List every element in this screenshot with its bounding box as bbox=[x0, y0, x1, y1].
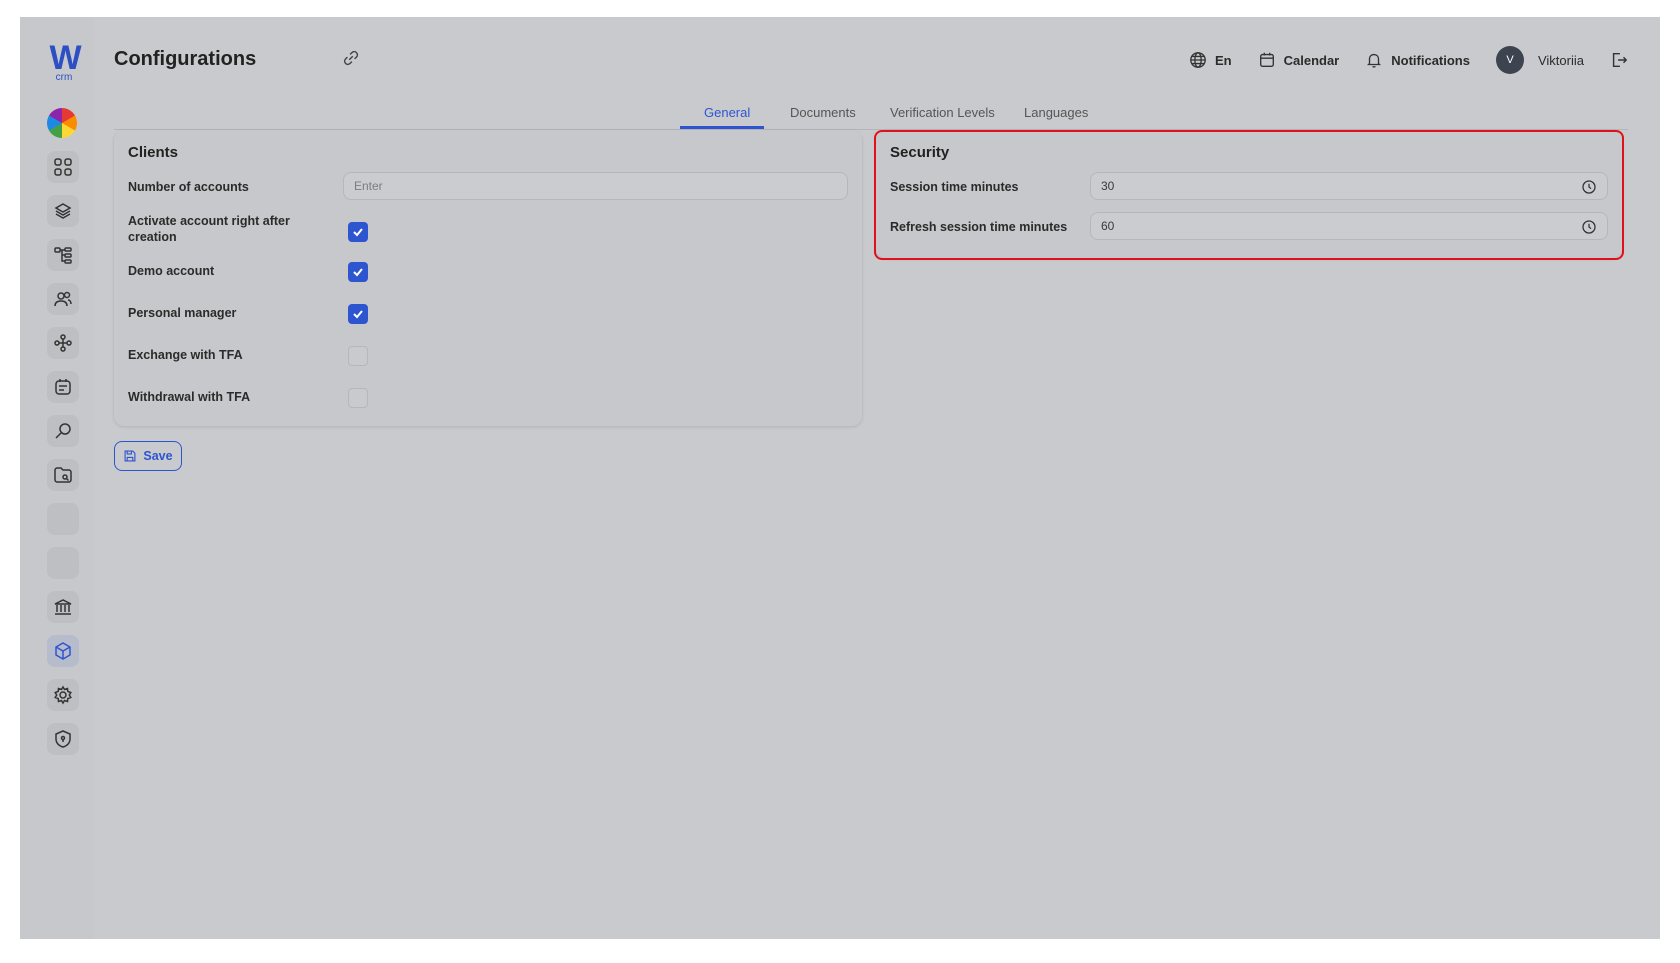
tab-languages[interactable]: Languages bbox=[1024, 105, 1088, 120]
clients-card: Clients Number of accounts Enter Activat… bbox=[114, 130, 862, 426]
sidebar-item-blank-1[interactable] bbox=[47, 503, 79, 535]
refresh-session-time-label: Refresh session time minutes bbox=[890, 220, 1068, 234]
bank-icon bbox=[54, 599, 72, 615]
security-title: Security bbox=[890, 144, 950, 161]
demo-account-checkbox[interactable] bbox=[348, 262, 368, 282]
shield-icon bbox=[55, 730, 71, 748]
refresh-session-time-value: 60 bbox=[1101, 219, 1115, 233]
activate-account-label-line2: creation bbox=[128, 230, 177, 244]
activate-account-checkbox[interactable] bbox=[348, 222, 368, 242]
logo[interactable]: W crm bbox=[46, 39, 82, 83]
calendar-button[interactable]: Calendar bbox=[1258, 51, 1340, 69]
color-wheel-icon[interactable] bbox=[47, 108, 77, 138]
logout-icon bbox=[1612, 52, 1628, 68]
session-time-value: 30 bbox=[1101, 179, 1115, 193]
save-label: Save bbox=[143, 449, 173, 463]
network-icon bbox=[54, 334, 72, 352]
calendar-label: Calendar bbox=[1283, 52, 1340, 68]
bell-icon bbox=[1367, 53, 1382, 68]
demo-account-label: Demo account bbox=[128, 264, 215, 278]
sidebar-item-network[interactable] bbox=[47, 327, 79, 359]
sidebar-item-dashboard[interactable] bbox=[47, 151, 79, 183]
save-icon bbox=[124, 450, 136, 462]
link-icon[interactable] bbox=[342, 49, 360, 67]
refresh-session-time-input[interactable]: 60 bbox=[1090, 212, 1608, 240]
exchange-tfa-checkbox[interactable] bbox=[348, 346, 368, 366]
check-icon bbox=[353, 310, 363, 319]
active-tab-indicator bbox=[680, 126, 764, 129]
personal-manager-label: Personal manager bbox=[128, 306, 237, 320]
layers-icon bbox=[54, 203, 72, 219]
tab-bar: General Documents Verification Levels La… bbox=[114, 95, 1628, 130]
withdrawal-tfa-label: Withdrawal with TFA bbox=[128, 390, 251, 404]
notifications-button[interactable]: Notifications bbox=[1365, 51, 1470, 69]
app-window: W crm Configurations En Calendar Notific… bbox=[20, 17, 1660, 939]
activate-account-label: Activate account right after creation bbox=[128, 213, 290, 245]
save-button[interactable]: Save bbox=[114, 441, 182, 471]
user-menu[interactable]: V Viktoriia bbox=[1495, 46, 1584, 74]
sidebar-item-hierarchy[interactable] bbox=[47, 239, 79, 271]
sidebar-item-security[interactable] bbox=[47, 723, 79, 755]
session-time-input[interactable]: 30 bbox=[1090, 172, 1608, 200]
logo-letter: W bbox=[49, 39, 81, 77]
security-card: Security Session time minutes 30 Refresh… bbox=[876, 130, 1622, 258]
sidebar-item-cube[interactable] bbox=[47, 635, 79, 667]
tasks-icon bbox=[55, 379, 71, 395]
hierarchy-icon bbox=[54, 247, 72, 264]
logout-button[interactable] bbox=[1610, 51, 1628, 69]
tab-documents[interactable]: Documents bbox=[790, 105, 856, 120]
sidebar-item-settings[interactable] bbox=[47, 679, 79, 711]
avatar: V bbox=[1495, 46, 1524, 74]
sidebar-item-tasks[interactable] bbox=[47, 371, 79, 403]
clients-title: Clients bbox=[128, 144, 179, 161]
sidebar-item-users[interactable] bbox=[47, 283, 79, 315]
number-of-accounts-label: Number of accounts bbox=[128, 180, 249, 194]
page-title: Configurations bbox=[114, 48, 257, 70]
sidebar: W crm bbox=[20, 17, 94, 939]
folder-icon bbox=[54, 467, 72, 483]
language-selector[interactable]: En bbox=[1189, 51, 1232, 69]
number-of-accounts-input[interactable]: Enter bbox=[343, 172, 848, 200]
clock-icon[interactable] bbox=[1581, 179, 1597, 195]
session-time-label: Session time minutes bbox=[890, 180, 1019, 194]
sidebar-item-search[interactable] bbox=[47, 415, 79, 447]
dashboard-icon bbox=[54, 158, 72, 176]
check-icon bbox=[353, 268, 363, 277]
sidebar-item-folder[interactable] bbox=[47, 459, 79, 491]
activate-account-label-line1: Activate account right after bbox=[128, 214, 290, 228]
withdrawal-tfa-checkbox[interactable] bbox=[348, 388, 368, 408]
sidebar-item-bank[interactable] bbox=[47, 591, 79, 623]
tab-verification-levels[interactable]: Verification Levels bbox=[890, 105, 995, 120]
language-label: En bbox=[1214, 52, 1232, 68]
personal-manager-checkbox[interactable] bbox=[348, 304, 368, 324]
tab-general[interactable]: General bbox=[704, 105, 750, 120]
calendar-icon bbox=[1259, 52, 1274, 67]
sidebar-item-layers[interactable] bbox=[47, 195, 79, 227]
check-icon bbox=[353, 228, 363, 237]
exchange-tfa-label: Exchange with TFA bbox=[128, 348, 243, 362]
sidebar-item-blank-2[interactable] bbox=[47, 547, 79, 579]
top-bar: En Calendar Notifications V Viktoriia bbox=[1189, 43, 1628, 77]
notifications-label: Notifications bbox=[1391, 52, 1470, 68]
clock-icon[interactable] bbox=[1581, 219, 1597, 235]
search-key-icon bbox=[55, 423, 71, 439]
cube-icon bbox=[55, 642, 71, 660]
gear-icon bbox=[54, 685, 72, 705]
user-name: Viktoriia bbox=[1537, 52, 1584, 68]
users-icon bbox=[54, 291, 72, 307]
globe-icon bbox=[1190, 52, 1206, 68]
main-content: Configurations En Calendar Notifications… bbox=[94, 17, 1644, 925]
